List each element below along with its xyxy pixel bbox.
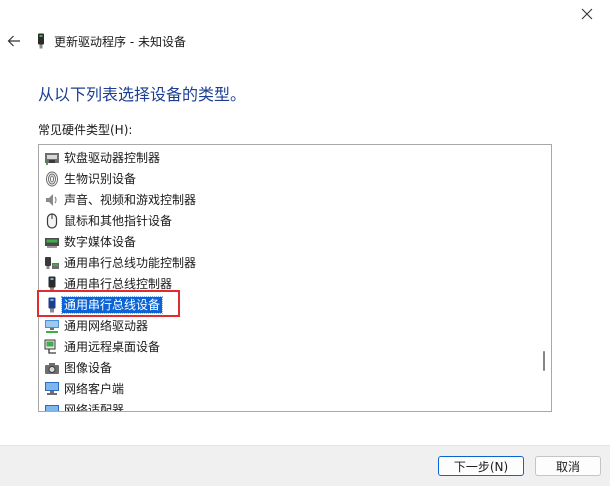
list-label: 常见硬件类型(H): — [38, 123, 133, 137]
arrow-left-icon — [7, 35, 20, 47]
speaker-icon — [44, 192, 60, 208]
cancel-button[interactable]: 取消 — [535, 456, 601, 476]
list-item[interactable]: 网络适配器 — [39, 399, 535, 412]
floppy-controller-icon — [44, 150, 60, 166]
list-item-label: 鼠标和其他指针设备 — [64, 213, 173, 228]
list-item[interactable]: 声音、视频和游戏控制器 — [39, 189, 535, 210]
fingerprint-icon — [44, 171, 60, 187]
list-item-label: 通用串行总线设备 — [60, 295, 164, 314]
list-item-label: 数字媒体设备 — [64, 234, 137, 249]
camera-icon — [44, 360, 60, 376]
list-item-selected[interactable]: 通用串行总线设备 — [39, 294, 535, 315]
list-item[interactable]: 网络客户端 — [39, 378, 535, 399]
back-button[interactable] — [3, 30, 25, 52]
list-item[interactable]: 通用串行总线控制器 — [39, 273, 535, 294]
window-title: 更新驱动程序 - 未知设备 — [54, 34, 186, 49]
page-heading: 从以下列表选择设备的类型。 — [38, 85, 247, 104]
list-item-label: 网络客户端 — [64, 381, 125, 396]
usb-device-icon — [38, 33, 44, 49]
usb-device-icon — [44, 297, 60, 313]
network-drive-icon — [44, 318, 60, 334]
network-adapter-icon — [44, 402, 60, 411]
list-item[interactable]: 通用串行总线功能控制器 — [39, 252, 535, 273]
mouse-icon — [44, 212, 60, 229]
list-item[interactable]: 数字媒体设备 — [39, 231, 535, 252]
list-item-label: 图像设备 — [64, 360, 113, 375]
list-item-label: 通用串行总线功能控制器 — [64, 255, 197, 270]
list-scrollbar[interactable] — [535, 145, 551, 411]
title-bar: 更新驱动程序 - 未知设备 — [36, 32, 186, 50]
list-item-label: 声音、视频和游戏控制器 — [64, 192, 197, 207]
list-item[interactable]: 鼠标和其他指针设备 — [39, 210, 535, 231]
media-device-icon — [44, 234, 60, 250]
remote-desktop-icon — [44, 339, 60, 355]
list-item[interactable]: 软盘驱动器控制器 — [39, 147, 535, 168]
list-item-label: 网络适配器 — [64, 402, 125, 412]
list-item[interactable]: 图像设备 — [39, 357, 535, 378]
dialog-footer: 下一步(N) 取消 — [0, 445, 610, 486]
close-icon — [581, 8, 593, 20]
list-item-label: 生物识别设备 — [64, 171, 137, 186]
list-item[interactable]: 生物识别设备 — [39, 168, 535, 189]
usb-function-controller-icon — [44, 255, 60, 271]
scrollbar-thumb[interactable] — [543, 351, 545, 371]
list-item-label: 通用远程桌面设备 — [64, 339, 161, 354]
network-client-icon — [44, 381, 60, 397]
list-item-label: 通用串行总线控制器 — [64, 276, 173, 291]
usb-controller-icon — [44, 276, 60, 292]
hardware-type-list[interactable]: 软盘驱动器控制器 生物识别设备 声音、视频和游戏控制器 鼠标和其他指针设备 数字… — [38, 144, 552, 412]
close-button[interactable] — [564, 0, 610, 28]
list-item-label: 通用网络驱动器 — [64, 318, 149, 333]
list-item[interactable]: 通用网络驱动器 — [39, 315, 535, 336]
list-item[interactable]: 通用远程桌面设备 — [39, 336, 535, 357]
next-button[interactable]: 下一步(N) — [438, 456, 524, 476]
list-item-label: 软盘驱动器控制器 — [64, 150, 161, 165]
